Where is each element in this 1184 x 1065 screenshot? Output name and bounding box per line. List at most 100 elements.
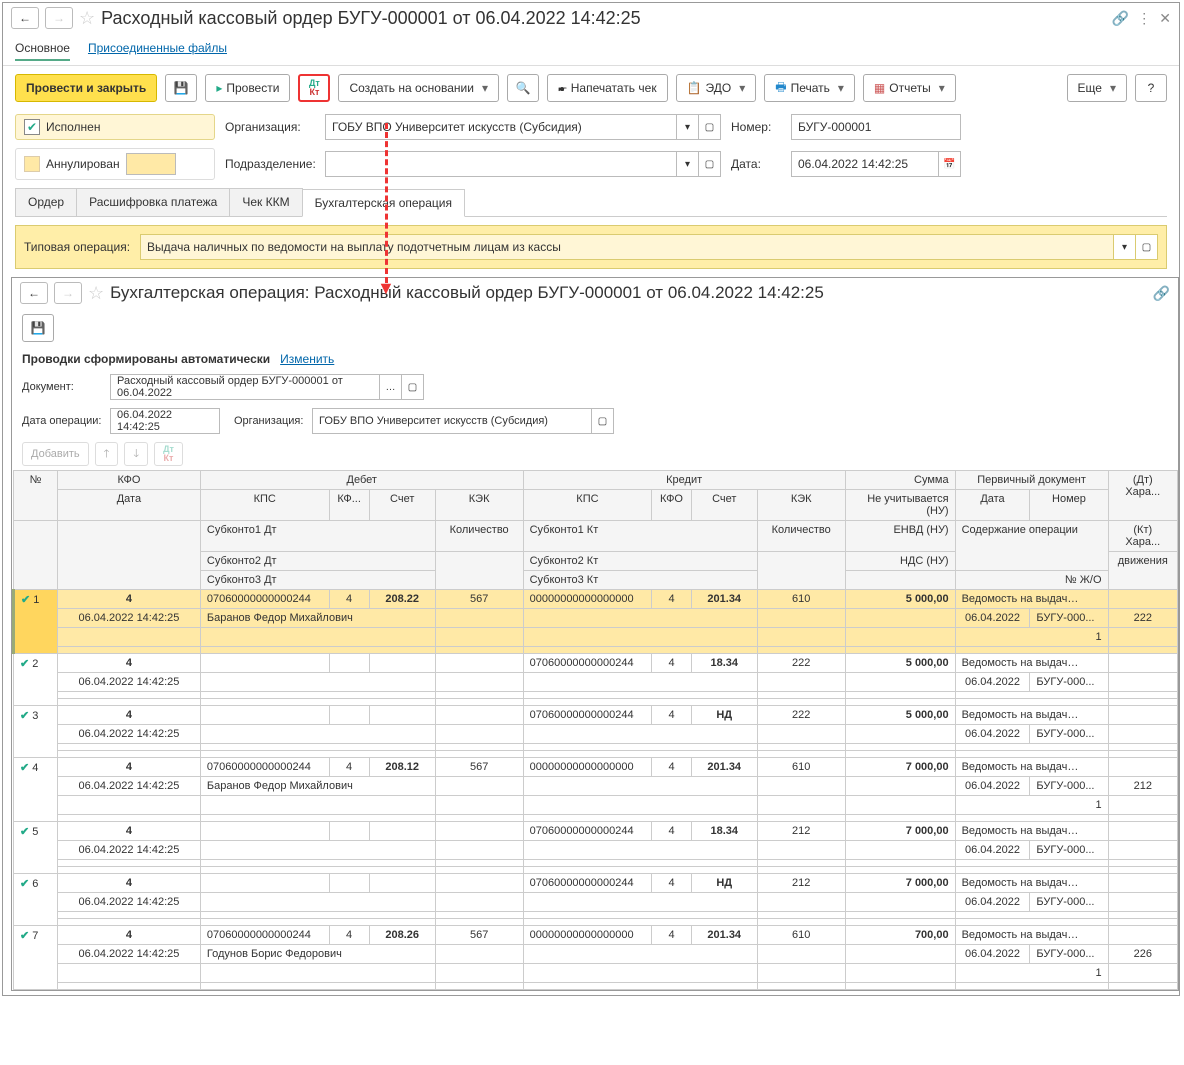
th-jo[interactable]: № Ж/О <box>955 571 1108 590</box>
table-row[interactable] <box>14 815 1178 822</box>
table-row[interactable]: ✔ 5407060000000000244418.342127 000,00Ве… <box>14 822 1178 841</box>
th-envd[interactable]: ЕНВД (НУ) <box>845 521 955 552</box>
org-input[interactable]: ГОБУ ВПО Университет искусств (Субсидия) <box>325 114 677 140</box>
table-row[interactable] <box>14 867 1178 874</box>
move-down-button[interactable]: 🡓 <box>124 442 148 466</box>
favorite-icon[interactable]: ☆ <box>79 8 95 29</box>
annulled-extra-input[interactable] <box>126 153 176 175</box>
link-icon[interactable]: 🔗 <box>1112 10 1129 27</box>
th-ckps[interactable]: КПС <box>523 490 652 521</box>
th-move[interactable]: движения <box>1108 552 1177 590</box>
table-row[interactable] <box>14 983 1178 990</box>
th-dkek[interactable]: КЭК <box>435 490 523 521</box>
dtkt-small-button[interactable]: ДтКт <box>154 442 183 466</box>
th-qty-k[interactable]: Количество <box>757 521 845 552</box>
tab-kkm[interactable]: Чек ККМ <box>229 188 302 216</box>
sub-favorite-icon[interactable]: ☆ <box>88 283 104 304</box>
th-kthar[interactable]: (Кт) Хара... <box>1108 521 1177 552</box>
tab-order[interactable]: Ордер <box>15 188 77 216</box>
doc-open-button[interactable]: ▢ <box>402 374 424 400</box>
table-row[interactable]: ✔ 14070600000000002444208.22567000000000… <box>14 590 1178 609</box>
th-content[interactable]: Содержание операции <box>955 521 1108 571</box>
table-row[interactable] <box>14 912 1178 919</box>
th-dkps[interactable]: КПС <box>200 490 329 521</box>
typ-dropdown-button[interactable]: ▾ <box>1114 234 1136 260</box>
th-qty-d[interactable]: Количество <box>435 521 523 552</box>
add-button[interactable]: Добавить <box>22 442 89 466</box>
th-sub1k[interactable]: Субконто1 Кт <box>523 521 757 552</box>
th-ckek[interactable]: КЭК <box>757 490 845 521</box>
th-sub2d[interactable]: Субконто2 Дт <box>200 552 435 571</box>
table-row[interactable]: ✔ 74070600000000002444208.26567000000000… <box>14 926 1178 945</box>
table-row[interactable] <box>14 751 1178 758</box>
org-open-button[interactable]: ▢ <box>699 114 721 140</box>
linktab-files[interactable]: Присоединенные файлы <box>88 37 227 61</box>
table-row[interactable]: 06.04.2022 14:42:25Баранов Федор Михайло… <box>14 777 1178 796</box>
table-row[interactable] <box>14 647 1178 654</box>
nav-forward-button[interactable]: → <box>45 7 73 29</box>
opdate-input[interactable]: 06.04.2022 14:42:25 <box>110 408 220 434</box>
th-docnum[interactable]: Номер <box>1030 490 1108 521</box>
num-input[interactable]: БУГУ-000001 <box>791 114 961 140</box>
th-sub3k[interactable]: Субконто3 Кт <box>523 571 757 590</box>
table-row[interactable]: ✔ 64070600000000002444НД2127 000,00Ведом… <box>14 874 1178 893</box>
table-row[interactable]: 1 <box>14 796 1178 815</box>
help-button[interactable]: ? <box>1135 74 1167 102</box>
table-row[interactable]: 1 <box>14 628 1178 647</box>
table-row[interactable]: ✔ 34070600000000002444НД2225 000,00Ведом… <box>14 706 1178 725</box>
th-nds[interactable]: НДС (НУ) <box>845 552 955 571</box>
more-icon[interactable]: ⋮ <box>1137 10 1151 27</box>
doc-ellipsis-button[interactable]: … <box>380 374 402 400</box>
tab-decode[interactable]: Расшифровка платежа <box>76 188 230 216</box>
save-button[interactable]: 💾 <box>165 74 197 102</box>
th-kfo[interactable]: КФО <box>57 471 200 490</box>
date-input[interactable]: 06.04.2022 14:42:25 <box>791 151 939 177</box>
annulled-checkbox[interactable] <box>24 156 40 172</box>
table-row[interactable] <box>14 919 1178 926</box>
linktab-main[interactable]: Основное <box>15 37 70 61</box>
th-sub1d[interactable]: Субконто1 Дт <box>200 521 435 552</box>
change-link[interactable]: Изменить <box>280 352 334 366</box>
post-button[interactable]: ▸Провести <box>205 74 290 102</box>
print-button[interactable]: 🖶Печать <box>764 74 855 102</box>
reports-button[interactable]: ▦Отчеты <box>863 74 956 102</box>
move-up-button[interactable]: 🡑 <box>95 442 119 466</box>
edo-button[interactable]: 📋ЭДО <box>676 74 757 102</box>
th-primdoc[interactable]: Первичный документ <box>955 471 1108 490</box>
th-dthar[interactable]: (Дт) Хара... <box>1108 471 1177 521</box>
sub-save-button[interactable]: 💾 <box>22 314 54 342</box>
sub-nav-forward-button[interactable]: → <box>54 282 82 304</box>
sub-org-open-button[interactable]: ▢ <box>592 408 614 434</box>
th-docdate[interactable]: Дата <box>955 490 1030 521</box>
print-check-button[interactable]: 🖝Напечатать чек <box>547 74 668 102</box>
th-credit[interactable]: Кредит <box>523 471 845 490</box>
th-ckfo[interactable]: КФО <box>652 490 692 521</box>
th-debit[interactable]: Дебет <box>200 471 523 490</box>
sub-nav-back-button[interactable]: ← <box>20 282 48 304</box>
dept-dropdown-button[interactable]: ▾ <box>677 151 699 177</box>
table-row[interactable]: ✔ 2407060000000000244418.342225 000,00Ве… <box>14 654 1178 673</box>
table-row[interactable]: 06.04.2022 14:42:2506.04.2022БУГУ-000... <box>14 725 1178 744</box>
table-row[interactable] <box>14 744 1178 751</box>
table-row[interactable] <box>14 860 1178 867</box>
th-dkf[interactable]: КФ... <box>329 490 369 521</box>
th-date[interactable]: Дата <box>57 490 200 521</box>
th-cacct[interactable]: Счет <box>691 490 757 521</box>
close-icon[interactable]: ✕ <box>1159 10 1171 27</box>
th-nu[interactable]: Не учитывается (НУ) <box>845 490 955 521</box>
th-sum[interactable]: Сумма <box>845 471 955 490</box>
sub-link-icon[interactable]: 🔗 <box>1153 285 1170 302</box>
th-sub3d[interactable]: Субконто3 Дт <box>200 571 435 590</box>
date-calendar-button[interactable]: 📅 <box>939 151 961 177</box>
table-row[interactable] <box>14 692 1178 699</box>
nav-back-button[interactable]: ← <box>11 7 39 29</box>
table-row[interactable]: 06.04.2022 14:42:25Баранов Федор Михайло… <box>14 609 1178 628</box>
table-row[interactable]: 1 <box>14 964 1178 983</box>
typ-open-button[interactable]: ▢ <box>1136 234 1158 260</box>
executed-checkbox[interactable]: ✔ <box>24 119 40 135</box>
org-dropdown-button[interactable]: ▾ <box>677 114 699 140</box>
dtkt-button[interactable]: ДтКт <box>298 74 330 102</box>
dept-open-button[interactable]: ▢ <box>699 151 721 177</box>
more-button[interactable]: Еще <box>1067 74 1127 102</box>
post-and-close-button[interactable]: Провести и закрыть <box>15 74 157 102</box>
